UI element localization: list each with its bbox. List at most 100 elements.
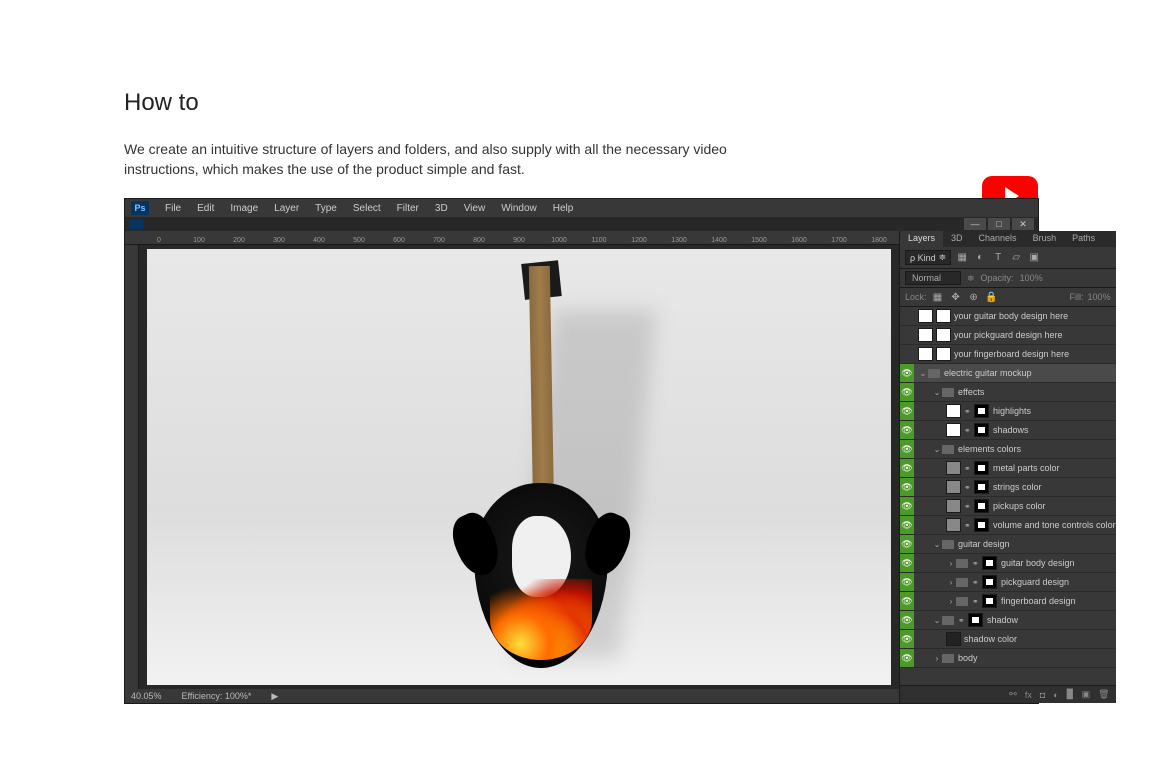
visibility-toggle[interactable]: 👁 xyxy=(900,649,914,667)
layer-thumb[interactable] xyxy=(918,328,933,342)
visibility-toggle[interactable]: 👁 xyxy=(900,497,914,515)
fill-value[interactable]: 100% xyxy=(1088,292,1111,302)
mask-thumb[interactable] xyxy=(982,575,997,589)
layer-row[interactable]: your fingerboard design here xyxy=(900,345,1116,364)
layer-name-label[interactable]: strings color xyxy=(993,482,1116,492)
menu-file[interactable]: File xyxy=(157,201,189,216)
layer-name-label[interactable]: elements colors xyxy=(958,444,1116,454)
panel-tab-channels[interactable]: Channels xyxy=(971,231,1025,247)
menu-help[interactable]: Help xyxy=(545,201,582,216)
group-icon[interactable]: ▉ xyxy=(1067,689,1074,700)
lock-artboard-icon[interactable]: ⊕ xyxy=(967,290,981,304)
panel-tab-layers[interactable]: Layers xyxy=(900,231,943,247)
visibility-toggle[interactable]: 👁 xyxy=(900,402,914,420)
expand-arrow-icon[interactable]: ⌄ xyxy=(932,388,942,397)
expand-arrow-icon[interactable]: › xyxy=(946,559,956,568)
layer-row[interactable]: 👁shadow color xyxy=(900,630,1116,649)
layer-name-label[interactable]: your guitar body design here xyxy=(954,311,1116,321)
menu-edit[interactable]: Edit xyxy=(189,201,222,216)
visibility-toggle[interactable]: 👁 xyxy=(900,630,914,648)
layer-name-label[interactable]: highlights xyxy=(993,406,1116,416)
expand-arrow-icon[interactable]: › xyxy=(946,578,956,587)
mask-thumb[interactable] xyxy=(968,613,983,627)
filter-adjust-icon[interactable]: ◐ xyxy=(973,251,987,265)
layer-row[interactable]: 👁 ⌄ elements colors xyxy=(900,440,1116,459)
lock-position-icon[interactable]: ✥ xyxy=(949,290,963,304)
lock-pixels-icon[interactable]: ▦ xyxy=(931,290,945,304)
layer-row[interactable]: 👁›⚭fingerboard design xyxy=(900,592,1116,611)
link-layers-icon[interactable]: ⚯ xyxy=(1009,689,1017,700)
layer-name-label[interactable]: body xyxy=(958,653,1116,663)
layer-name-label[interactable]: pickups color xyxy=(993,501,1116,511)
layer-name-label[interactable]: shadow xyxy=(987,615,1116,625)
smart-thumb[interactable] xyxy=(936,328,951,342)
layers-list[interactable]: your guitar body design here your pickgua… xyxy=(900,307,1116,685)
visibility-toggle[interactable]: 👁 xyxy=(900,440,914,458)
new-layer-icon[interactable]: ▣ xyxy=(1082,689,1091,700)
layer-row[interactable]: 👁⚭metal parts color xyxy=(900,459,1116,478)
menu-type[interactable]: Type xyxy=(307,201,345,216)
visibility-toggle[interactable]: 👁 xyxy=(900,421,914,439)
visibility-toggle[interactable]: 👁 xyxy=(900,459,914,477)
layer-row[interactable]: 👁⚭volume and tone controls color xyxy=(900,516,1116,535)
blend-mode-select[interactable]: Normal xyxy=(905,271,961,285)
maximize-button[interactable]: □ xyxy=(988,218,1010,230)
layer-row[interactable]: 👁⚭shadows xyxy=(900,421,1116,440)
document-tab[interactable] xyxy=(129,219,143,229)
menu-view[interactable]: View xyxy=(456,201,494,216)
expand-arrow-icon[interactable]: › xyxy=(946,597,956,606)
visibility-toggle[interactable]: 👁 xyxy=(900,592,914,610)
visibility-toggle[interactable] xyxy=(900,345,914,363)
layer-name-label[interactable]: your pickguard design here xyxy=(954,330,1116,340)
minimize-button[interactable]: — xyxy=(964,218,986,230)
menu-image[interactable]: Image xyxy=(222,201,266,216)
menu-3d[interactable]: 3D xyxy=(427,201,456,216)
visibility-toggle[interactable]: 👁 xyxy=(900,478,914,496)
menu-window[interactable]: Window xyxy=(493,201,545,216)
visibility-toggle[interactable]: 👁 xyxy=(900,611,914,629)
expand-arrow-icon[interactable]: › xyxy=(932,654,942,663)
visibility-toggle[interactable]: 👁 xyxy=(900,516,914,534)
adjustment-icon[interactable]: ◐ xyxy=(1053,690,1058,700)
layer-name-label[interactable]: fingerboard design xyxy=(1001,596,1116,606)
layer-row[interactable]: your pickguard design here xyxy=(900,326,1116,345)
filter-pixel-icon[interactable]: ▦ xyxy=(955,251,969,265)
layer-row[interactable]: 👁⌄electric guitar mockup xyxy=(900,364,1116,383)
visibility-toggle[interactable]: 👁 xyxy=(900,383,914,401)
layer-thumb[interactable] xyxy=(918,347,933,361)
layer-name-label[interactable]: volume and tone controls color xyxy=(993,520,1116,530)
layer-row[interactable]: 👁⌄⚭shadow xyxy=(900,611,1116,630)
visibility-toggle[interactable] xyxy=(900,307,914,325)
lock-all-icon[interactable]: 🔒 xyxy=(985,290,999,304)
canvas[interactable] xyxy=(147,249,891,685)
expand-arrow-icon[interactable]: ⌄ xyxy=(932,540,942,549)
layer-name-label[interactable]: guitar body design xyxy=(1001,558,1116,568)
delete-icon[interactable]: 🗑 xyxy=(1098,689,1109,700)
fx-icon[interactable]: fx xyxy=(1025,690,1032,700)
menu-select[interactable]: Select xyxy=(345,201,389,216)
close-button[interactable]: ✕ xyxy=(1012,218,1034,230)
filter-shape-icon[interactable]: ▱ xyxy=(1009,251,1023,265)
layer-row[interactable]: 👁⌄guitar design xyxy=(900,535,1116,554)
layer-row[interactable]: 👁⌄effects xyxy=(900,383,1116,402)
mask-thumb[interactable] xyxy=(982,594,997,608)
visibility-toggle[interactable]: 👁 xyxy=(900,554,914,572)
filter-type-icon[interactable]: T xyxy=(991,251,1005,265)
opacity-value[interactable]: 100% xyxy=(1020,273,1043,283)
panel-tab-brush[interactable]: Brush xyxy=(1025,231,1065,247)
expand-arrow-icon[interactable]: ⌄ xyxy=(932,445,942,454)
layer-name-label[interactable]: electric guitar mockup xyxy=(944,368,1116,378)
scroll-arrow-icon[interactable]: ▶ xyxy=(271,691,278,702)
visibility-toggle[interactable] xyxy=(900,326,914,344)
layer-name-label[interactable]: pickguard design xyxy=(1001,577,1116,587)
layer-row[interactable]: 👁›⚭guitar body design xyxy=(900,554,1116,573)
mask-icon[interactable]: ◘ xyxy=(1040,690,1045,700)
smart-thumb[interactable] xyxy=(936,347,951,361)
layer-row[interactable]: 👁⚭highlights xyxy=(900,402,1116,421)
visibility-toggle[interactable]: 👁 xyxy=(900,573,914,591)
panel-tab-paths[interactable]: Paths xyxy=(1064,231,1103,247)
layer-row[interactable]: 👁⚭pickups color xyxy=(900,497,1116,516)
layer-row[interactable]: 👁 › body xyxy=(900,649,1116,668)
layer-thumb[interactable] xyxy=(918,309,933,323)
expand-arrow-icon[interactable]: ⌄ xyxy=(932,616,942,625)
